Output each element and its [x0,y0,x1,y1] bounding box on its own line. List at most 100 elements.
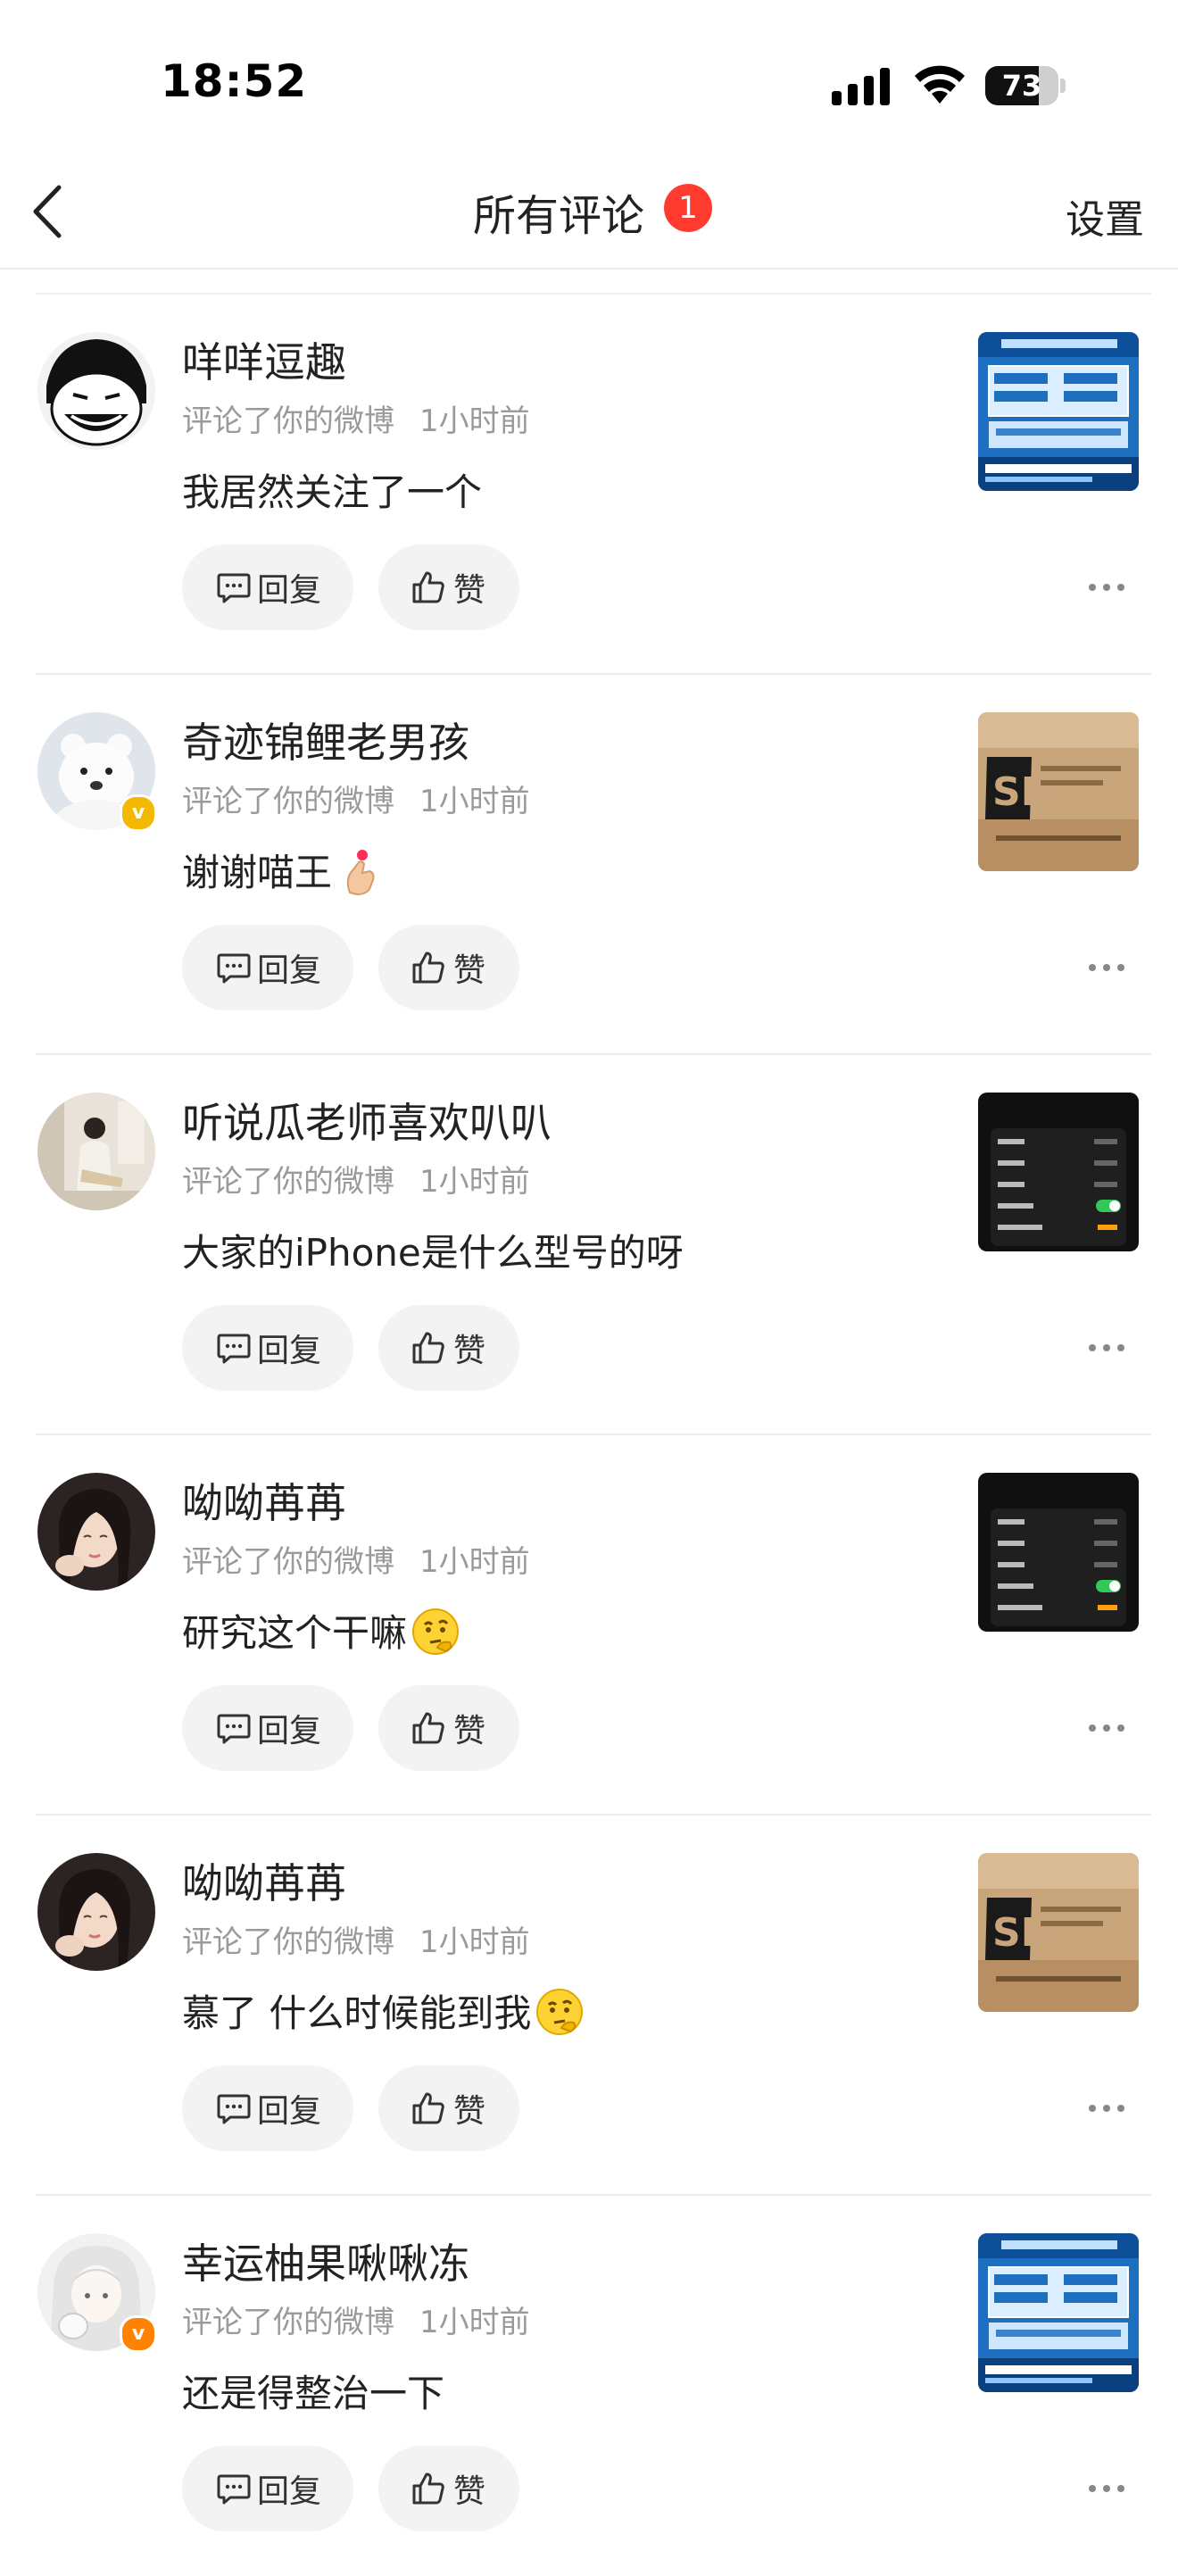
reply-label: 回复 [257,952,322,989]
like-label: 赞 [453,1333,486,1369]
like-button[interactable]: 赞 [378,1685,519,1771]
cellular-signal-icon [832,68,890,105]
thumbs-up-icon [412,1332,444,1364]
like-label: 赞 [453,1713,486,1749]
like-button[interactable]: 赞 [378,544,519,630]
comment-item[interactable]: 呦呦苒苒 评论了你的微博 1小时前 慕了 什么时候能到我 SF 回复 赞 [0,1816,1178,2196]
more-options-icon[interactable] [1087,1712,1126,1744]
comment-meta: 评论了你的微博 1小时前 [182,777,530,820]
thumbs-up-icon [412,951,444,984]
thinking-emoji-icon [411,1607,460,1657]
comment-text[interactable]: 大家的iPhone是什么型号的呀 [182,1223,684,1277]
comment-item[interactable]: 听说瓜老师喜欢叭叭 评论了你的微博 1小时前 大家的iPhone是什么型号的呀 回… [0,1055,1178,1435]
back-arrow-icon[interactable] [27,180,68,243]
settings-button[interactable]: 设置 [1066,187,1144,245]
comment-action-text: 评论了你的微博 [182,1164,394,1200]
like-button[interactable]: 赞 [378,925,519,1010]
like-button[interactable]: 赞 [378,2065,519,2151]
more-options-icon[interactable] [1087,2472,1126,2505]
reply-button[interactable]: 回复 [182,1305,353,1391]
avatar[interactable] [37,332,155,450]
post-thumbnail[interactable]: SF [978,712,1139,871]
avatar[interactable] [37,1473,155,1591]
comment-meta: 评论了你的微博 1小时前 [182,1537,530,1581]
comment-item[interactable]: 咩咩逗趣 评论了你的微博 1小时前 我居然关注了一个 回复 赞 [0,295,1178,675]
comment-item[interactable]: v 奇迹锦鲤老男孩 评论了你的微博 1小时前 谢谢喵王 SF 回复 赞 [0,675,1178,1055]
comment-icon [217,2474,251,2505]
comment-text[interactable]: 我居然关注了一个 [182,462,482,517]
svg-text:SF: SF [992,769,1048,815]
comment-time: 1小时前 [419,2305,530,2340]
comment-item[interactable]: v 幸运柚果啾啾冻 评论了你的微博 1小时前 还是得整治一下 回复 赞 [0,2196,1178,2576]
post-thumbnail[interactable] [978,332,1139,491]
thumbs-up-icon [412,571,444,603]
battery-icon: 73 [985,66,1066,105]
comment-icon [217,953,251,984]
reply-button[interactable]: 回复 [182,2065,353,2151]
comment-time: 1小时前 [419,1544,530,1580]
avatar[interactable] [37,1853,155,1971]
nav-bar: 所有评论 1 设置 [0,161,1178,270]
post-thumbnail[interactable] [978,1473,1139,1632]
commenter-name[interactable]: 奇迹锦鲤老男孩 [182,710,469,769]
like-button[interactable]: 赞 [378,1305,519,1391]
commenter-name[interactable]: 幸运柚果啾啾冻 [182,2231,469,2290]
commenter-name[interactable]: 听说瓜老师喜欢叭叭 [182,1091,552,1150]
comment-text[interactable]: 研究这个干嘛 [182,1603,460,1658]
comment-text[interactable]: 还是得整治一下 [182,2364,444,2418]
battery-percent: 73 [1001,69,1042,103]
page-title: 所有评论 [473,191,645,241]
reply-button[interactable]: 回复 [182,544,353,630]
reply-button[interactable]: 回复 [182,2446,353,2531]
status-bar: 18:52 73 [0,0,1178,161]
reply-label: 回复 [257,1713,322,1749]
comment-icon [217,1714,251,1744]
post-thumbnail[interactable] [978,2233,1139,2392]
comment-action-text: 评论了你的微博 [182,784,394,819]
comment-action-text: 评论了你的微博 [182,1924,394,1960]
comment-text[interactable]: 慕了 什么时候能到我 [182,1983,585,2038]
reply-button[interactable]: 回复 [182,1685,353,1771]
reply-button[interactable]: 回复 [182,925,353,1010]
like-button[interactable]: 赞 [378,2446,519,2531]
reply-label: 回复 [257,572,322,609]
avatar[interactable] [37,1093,155,1210]
comment-meta: 评论了你的微博 1小时前 [182,1917,530,1961]
svg-text:SF: SF [992,1910,1048,1956]
finger-heart-emoji-icon [336,846,386,896]
like-label: 赞 [453,572,486,609]
reply-label: 回复 [257,1333,322,1369]
comment-time: 1小时前 [419,784,530,819]
more-options-icon[interactable] [1087,2092,1126,2124]
thinking-emoji-icon [535,1987,585,2037]
comment-time: 1小时前 [419,1924,530,1960]
comment-meta: 评论了你的微博 1小时前 [182,396,530,440]
thumbs-up-icon [412,2472,444,2505]
comment-icon [217,1334,251,1364]
more-options-icon[interactable] [1087,1332,1126,1364]
commenter-name[interactable]: 呦呦苒苒 [182,1471,346,1530]
post-thumbnail[interactable]: SF [978,1853,1139,2012]
comment-action-text: 评论了你的微博 [182,403,394,439]
comment-time: 1小时前 [419,1164,530,1200]
more-options-icon[interactable] [1087,571,1126,603]
post-thumbnail[interactable] [978,1093,1139,1251]
more-options-icon[interactable] [1087,951,1126,984]
commenter-name[interactable]: 呦呦苒苒 [182,1851,346,1910]
comment-action-text: 评论了你的微博 [182,2305,394,2340]
comment-text[interactable]: 谢谢喵王 [182,843,386,897]
comment-item[interactable]: 呦呦苒苒 评论了你的微博 1小时前 研究这个干嘛 回复 赞 [0,1435,1178,1816]
comment-time: 1小时前 [419,403,530,439]
comment-icon [217,2094,251,2124]
comment-action-text: 评论了你的微博 [182,1544,394,1580]
like-label: 赞 [453,2093,486,2130]
comment-meta: 评论了你的微博 1小时前 [182,2298,530,2341]
comment-meta: 评论了你的微博 1小时前 [182,1157,530,1201]
thumbs-up-icon [412,2092,444,2124]
reply-label: 回复 [257,2473,322,2510]
commenter-name[interactable]: 咩咩逗趣 [182,330,346,389]
like-label: 赞 [453,952,486,989]
unread-badge: 1 [664,184,712,232]
comment-icon [217,573,251,603]
thumbs-up-icon [412,1712,444,1744]
